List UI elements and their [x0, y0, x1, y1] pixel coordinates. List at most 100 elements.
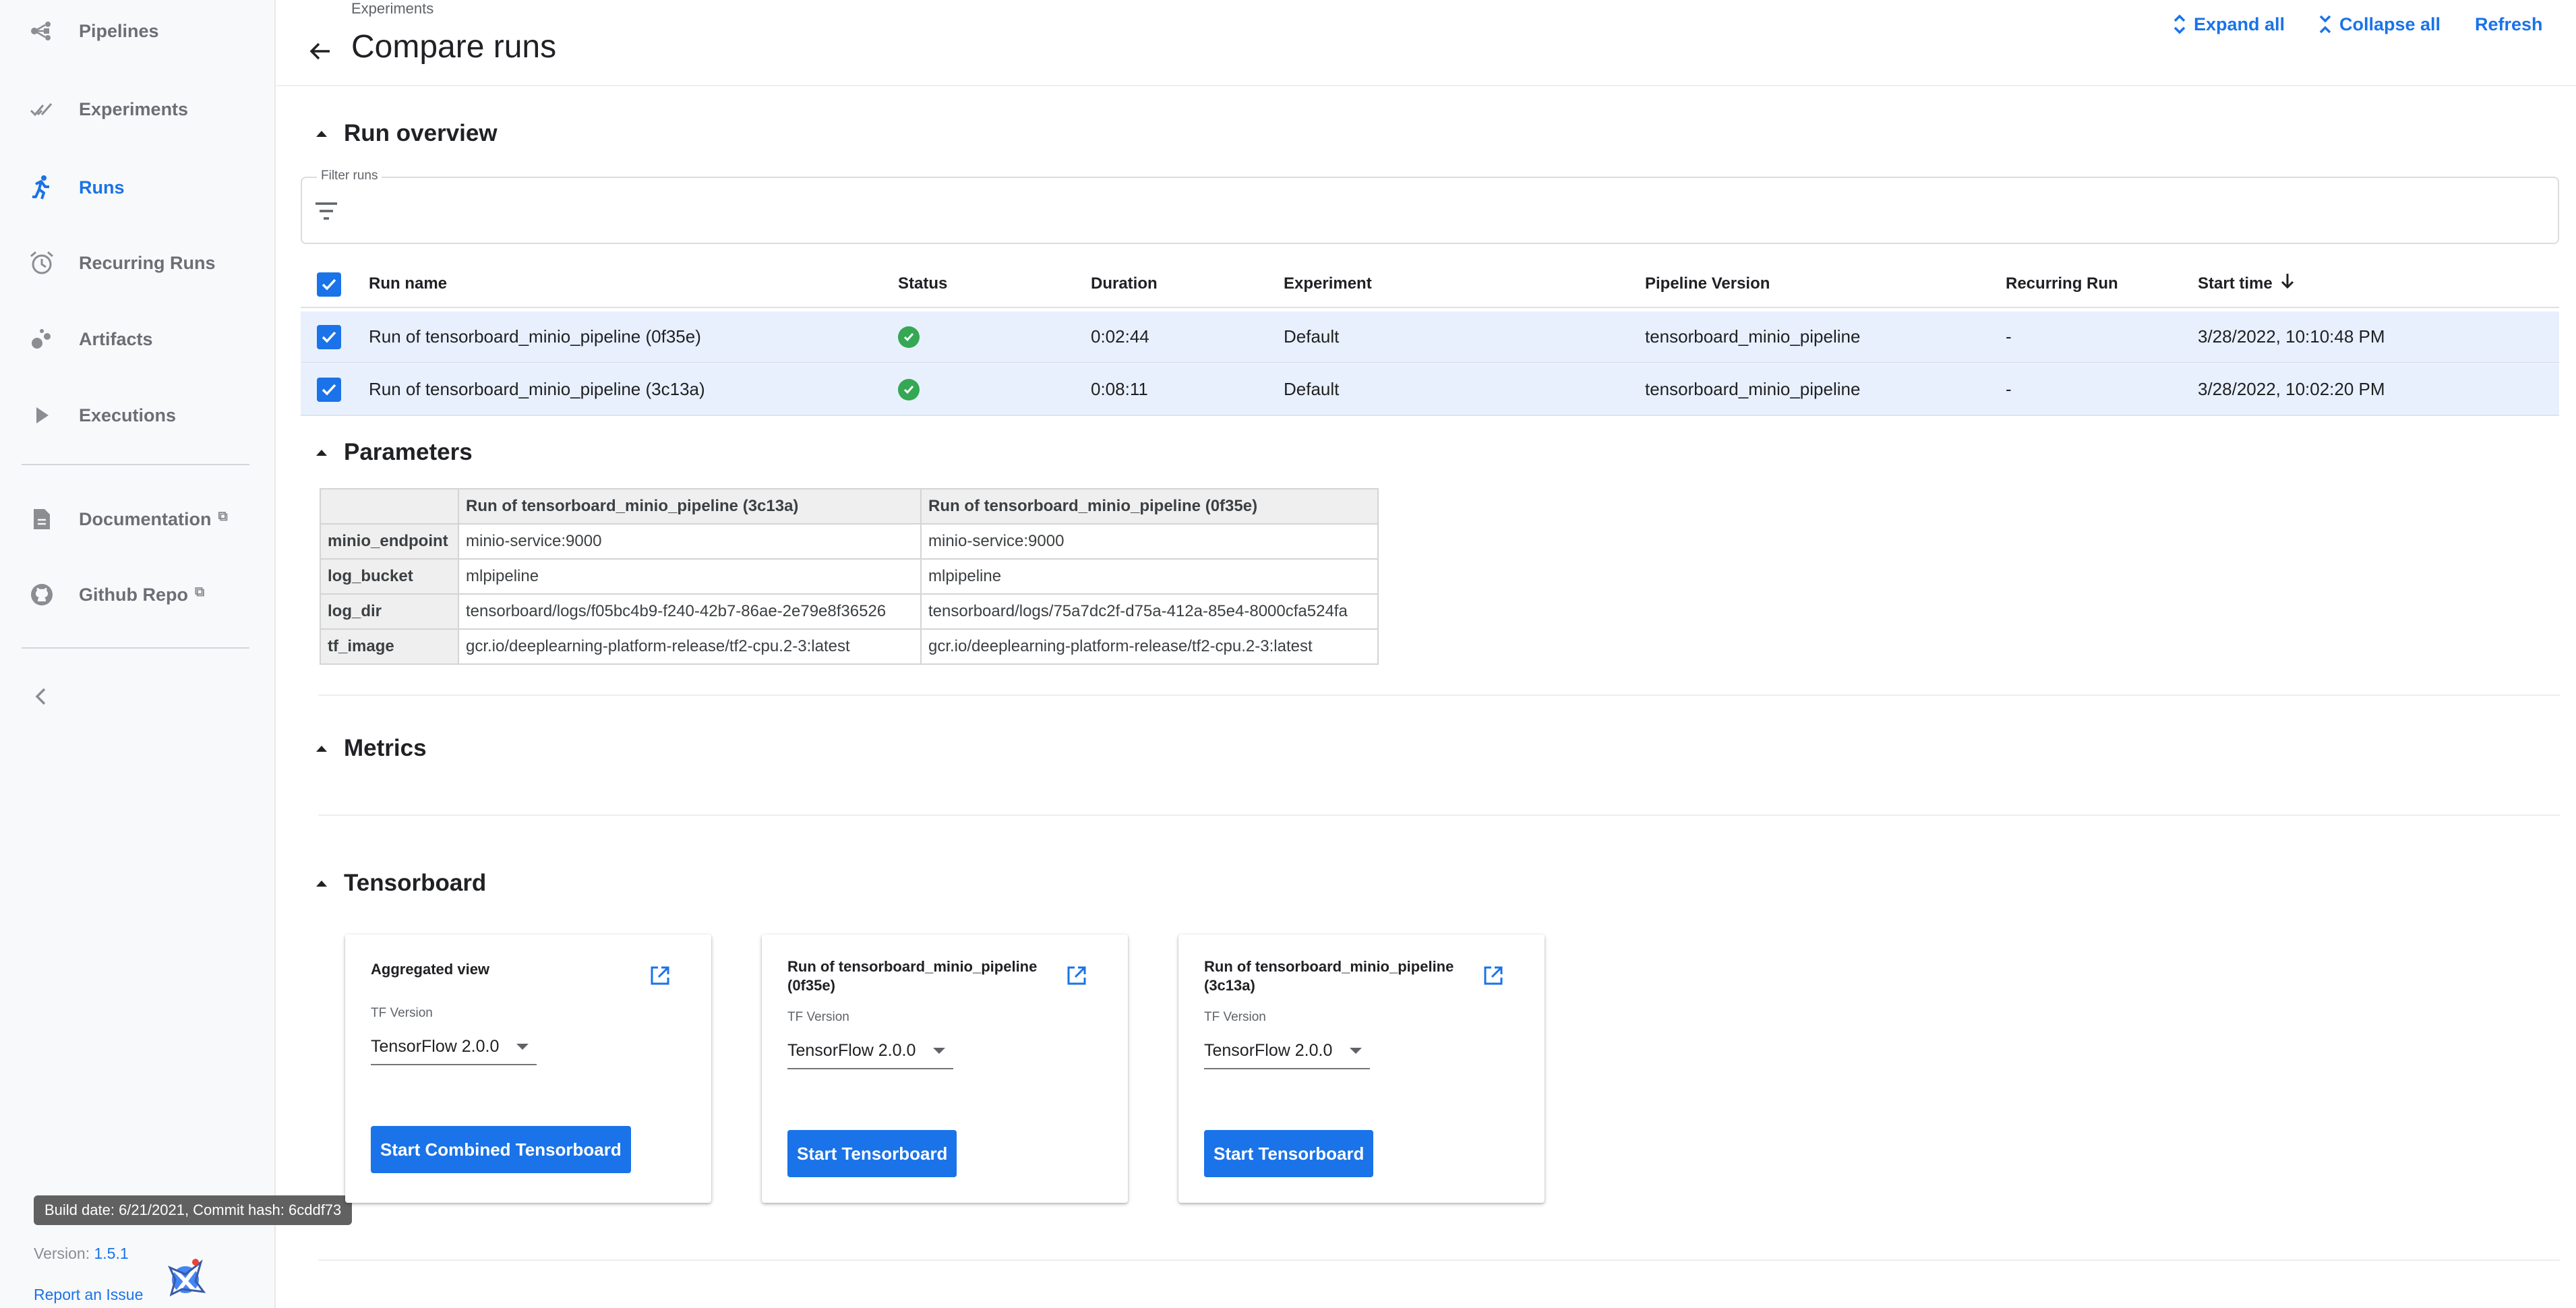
experiment-link[interactable]: Default — [1284, 364, 1339, 415]
tf-version-select[interactable]: TensorFlow 2.0.0 — [787, 1033, 953, 1069]
sort-descending-icon — [2281, 274, 2294, 289]
row-checkbox[interactable] — [317, 325, 341, 349]
duration-cell: 0:08:11 — [1091, 379, 1148, 399]
section-header-run-overview[interactable]: Run overview — [311, 117, 498, 150]
runs-table-header: Run name Status Duration Experiment Pipe… — [301, 261, 2559, 308]
start-combined-tensorboard-button[interactable]: Start Combined Tensorboard — [371, 1126, 631, 1173]
open-in-new-icon[interactable] — [1065, 964, 1088, 987]
table-row[interactable]: Run of tensorboard_minio_pipeline (0f35e… — [301, 311, 2559, 363]
pipeline-version-link[interactable]: tensorboard_minio_pipeline — [1645, 311, 1860, 362]
sidebar-link-documentation[interactable]: Documentation ⧉ — [0, 492, 276, 546]
filter-runs-input[interactable] — [357, 191, 2542, 232]
sidebar-link-label: Github Repo — [79, 584, 188, 605]
header-divider — [276, 85, 2576, 86]
sidebar: Pipelines Experiments Runs Recurring Run… — [0, 0, 353, 1308]
document-icon — [28, 506, 55, 533]
select-all-checkbox[interactable] — [317, 272, 341, 297]
section-title: Parameters — [344, 439, 473, 465]
experiments-icon — [28, 96, 55, 123]
sidebar-item-label: Runs — [79, 177, 125, 198]
kubeflow-logo-icon — [168, 1259, 206, 1297]
filter-label: Filter runs — [317, 169, 382, 183]
version-link[interactable]: 1.5.1 — [94, 1245, 129, 1262]
parameters-column-header: Run of tensorboard_minio_pipeline (3c13a… — [458, 488, 922, 525]
column-header-experiment[interactable]: Experiment — [1284, 261, 1372, 307]
artifacts-icon — [28, 326, 55, 353]
unfold-less-icon — [2319, 15, 2331, 34]
column-header-duration[interactable]: Duration — [1091, 261, 1158, 307]
section-header-parameters[interactable]: Parameters — [311, 436, 473, 469]
tf-version-select[interactable]: TensorFlow 2.0.0 — [371, 1029, 537, 1065]
status-cell — [898, 364, 920, 415]
pipeline-version-link[interactable]: tensorboard_minio_pipeline — [1645, 364, 1860, 415]
experiment-link[interactable]: Default — [1284, 311, 1339, 362]
parameter-value: tensorboard/logs/75a7dc2f-d75a-412a-85e4… — [920, 593, 1379, 630]
sidebar-item-executions[interactable]: Executions — [0, 388, 276, 442]
caret-up-icon — [311, 442, 332, 463]
card-title: Run of tensorboard_minio_pipeline (3c13a… — [1204, 958, 1454, 994]
collapse-sidebar-button[interactable] — [27, 683, 54, 710]
back-button[interactable] — [305, 36, 335, 66]
start-time-cell: 3/28/2022, 10:10:48 PM — [2198, 326, 2385, 347]
build-info-tooltip: Build date: 6/21/2021, Commit hash: 6cdd… — [34, 1195, 353, 1225]
alarm-clock-icon — [28, 249, 55, 276]
start-tensorboard-button[interactable]: Start Tensorboard — [787, 1130, 957, 1177]
section-divider — [318, 694, 2560, 696]
sidebar-item-experiments[interactable]: Experiments — [0, 82, 276, 136]
parameter-value: minio-service:9000 — [458, 523, 922, 560]
caret-up-icon — [311, 873, 332, 893]
tensorboard-card-run-0f35e: Run of tensorboard_minio_pipeline (0f35e… — [762, 934, 1128, 1203]
parameter-value: mlpipeline — [920, 558, 1379, 595]
tf-version-select[interactable]: TensorFlow 2.0.0 — [1204, 1033, 1370, 1069]
parameters-header-row: Run of tensorboard_minio_pipeline (3c13a… — [320, 488, 1379, 525]
collapse-all-button[interactable]: Collapse all — [2318, 11, 2440, 38]
parameter-row: tf_image gcr.io/deeplearning-platform-re… — [320, 628, 1379, 665]
collapse-all-label: Collapse all — [2339, 13, 2441, 34]
external-link-icon: ⧉ — [218, 508, 228, 524]
sidebar-item-artifacts[interactable]: Artifacts — [0, 312, 276, 366]
sidebar-item-recurring-runs[interactable]: Recurring Runs — [0, 236, 276, 290]
section-header-tensorboard[interactable]: Tensorboard — [311, 866, 486, 900]
refresh-button[interactable]: Refresh — [2475, 11, 2543, 38]
open-in-new-icon[interactable] — [1482, 964, 1505, 987]
parameter-value: tensorboard/logs/f05bc4b9-f240-42b7-86ae… — [458, 593, 922, 630]
tf-version-value: TensorFlow 2.0.0 — [1204, 1040, 1333, 1060]
parameter-value: gcr.io/deeplearning-platform-release/tf2… — [458, 628, 922, 665]
run-name-link[interactable]: Run of tensorboard_minio_pipeline (0f35e… — [369, 311, 701, 362]
breadcrumb[interactable]: Experiments — [351, 0, 433, 18]
parameter-key: minio_endpoint — [320, 523, 459, 560]
column-header-pipeline-version[interactable]: Pipeline Version — [1645, 261, 1770, 307]
open-in-new-icon[interactable] — [649, 964, 671, 987]
recurring-run-cell: - — [2006, 379, 2012, 399]
expand-all-label: Expand all — [2194, 13, 2285, 34]
column-header-status[interactable]: Status — [898, 261, 947, 307]
row-checkbox[interactable] — [317, 378, 341, 402]
run-name-link[interactable]: Run of tensorboard_minio_pipeline (3c13a… — [369, 364, 705, 415]
column-header-run-name[interactable]: Run name — [369, 261, 447, 307]
sidebar-link-label: Documentation — [79, 508, 212, 529]
tf-version-value: TensorFlow 2.0.0 — [787, 1040, 916, 1060]
parameter-row: log_dir tensorboard/logs/f05bc4b9-f240-4… — [320, 593, 1379, 630]
parameter-key: tf_image — [320, 628, 459, 665]
sidebar-item-pipelines[interactable]: Pipelines — [0, 4, 276, 58]
dropdown-arrow-icon — [933, 1048, 945, 1054]
section-divider — [318, 1259, 2560, 1261]
recurring-run-cell: - — [2006, 326, 2012, 347]
parameter-row: log_bucket mlpipeline mlpipeline — [320, 558, 1379, 595]
sidebar-item-label: Recurring Runs — [79, 252, 216, 273]
expand-all-button[interactable]: Expand all — [2172, 11, 2285, 38]
section-divider — [318, 814, 2560, 816]
section-header-metrics[interactable]: Metrics — [311, 732, 427, 765]
sidebar-link-github[interactable]: Github Repo ⧉ — [0, 568, 276, 622]
report-issue-link[interactable]: Report an Issue — [34, 1286, 143, 1304]
column-header-start-time[interactable]: Start time — [2198, 261, 2296, 307]
sidebar-divider — [22, 464, 249, 465]
table-row[interactable]: Run of tensorboard_minio_pipeline (3c13a… — [301, 364, 2559, 416]
start-tensorboard-button[interactable]: Start Tensorboard — [1204, 1130, 1374, 1177]
sidebar-item-runs[interactable]: Runs — [0, 160, 276, 214]
section-title: Tensorboard — [344, 870, 487, 896]
page-title: Compare runs — [351, 29, 557, 65]
caret-up-icon — [311, 738, 332, 759]
column-header-recurring-run[interactable]: Recurring Run — [2006, 261, 2118, 307]
parameter-row: minio_endpoint minio-service:9000 minio-… — [320, 523, 1379, 560]
